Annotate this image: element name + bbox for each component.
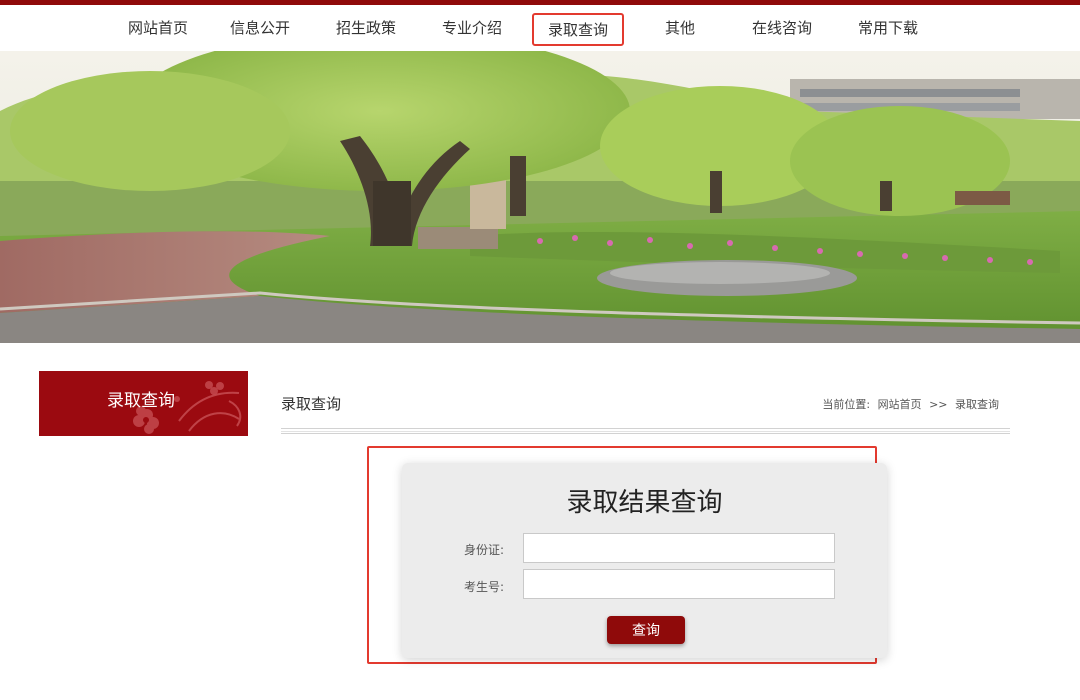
breadcrumb-prefix: 当前位置: [822, 398, 871, 411]
sidebar-title: 录取查询 [107, 391, 175, 411]
nav-item-home[interactable]: 网站首页 [128, 5, 188, 51]
breadcrumb-home-link[interactable]: 网站首页 [878, 398, 922, 411]
query-submit-button[interactable]: 查询 [607, 616, 685, 644]
nav-item-online-consult[interactable]: 在线咨询 [752, 5, 812, 51]
page-title: 录取查询 [281, 395, 342, 413]
query-form-heading: 录取结果查询 [566, 488, 723, 518]
exam-number-input[interactable] [523, 569, 835, 599]
title-divider [281, 428, 1010, 434]
nav-item-info-disclosure[interactable]: 信息公开 [230, 5, 290, 51]
breadcrumb: 当前位置: 网站首页 >> 录取查询 [818, 396, 999, 412]
breadcrumb-separator: >> [929, 398, 948, 411]
campus-banner-image [0, 51, 1080, 343]
id-card-input[interactable] [523, 533, 835, 563]
id-card-label: 身份证: [464, 543, 505, 557]
nav-item-other[interactable]: 其他 [665, 5, 695, 51]
exam-number-label: 考生号: [464, 580, 505, 594]
nav-item-downloads[interactable]: 常用下载 [858, 5, 918, 51]
main-navigation: 网站首页 信息公开 招生政策 专业介绍 录取查询 其他 在线咨询 常用下载 [0, 5, 1080, 51]
breadcrumb-current: 录取查询 [955, 398, 999, 411]
nav-item-admission-query[interactable]: 录取查询 [532, 13, 624, 46]
nav-item-majors[interactable]: 专业介绍 [442, 5, 502, 51]
nav-item-admission-policy[interactable]: 招生政策 [336, 5, 396, 51]
sidebar-title-block: 录取查询 [39, 371, 248, 436]
admission-query-form: 录取结果查询 身份证: 考生号: 查询 [402, 463, 887, 658]
